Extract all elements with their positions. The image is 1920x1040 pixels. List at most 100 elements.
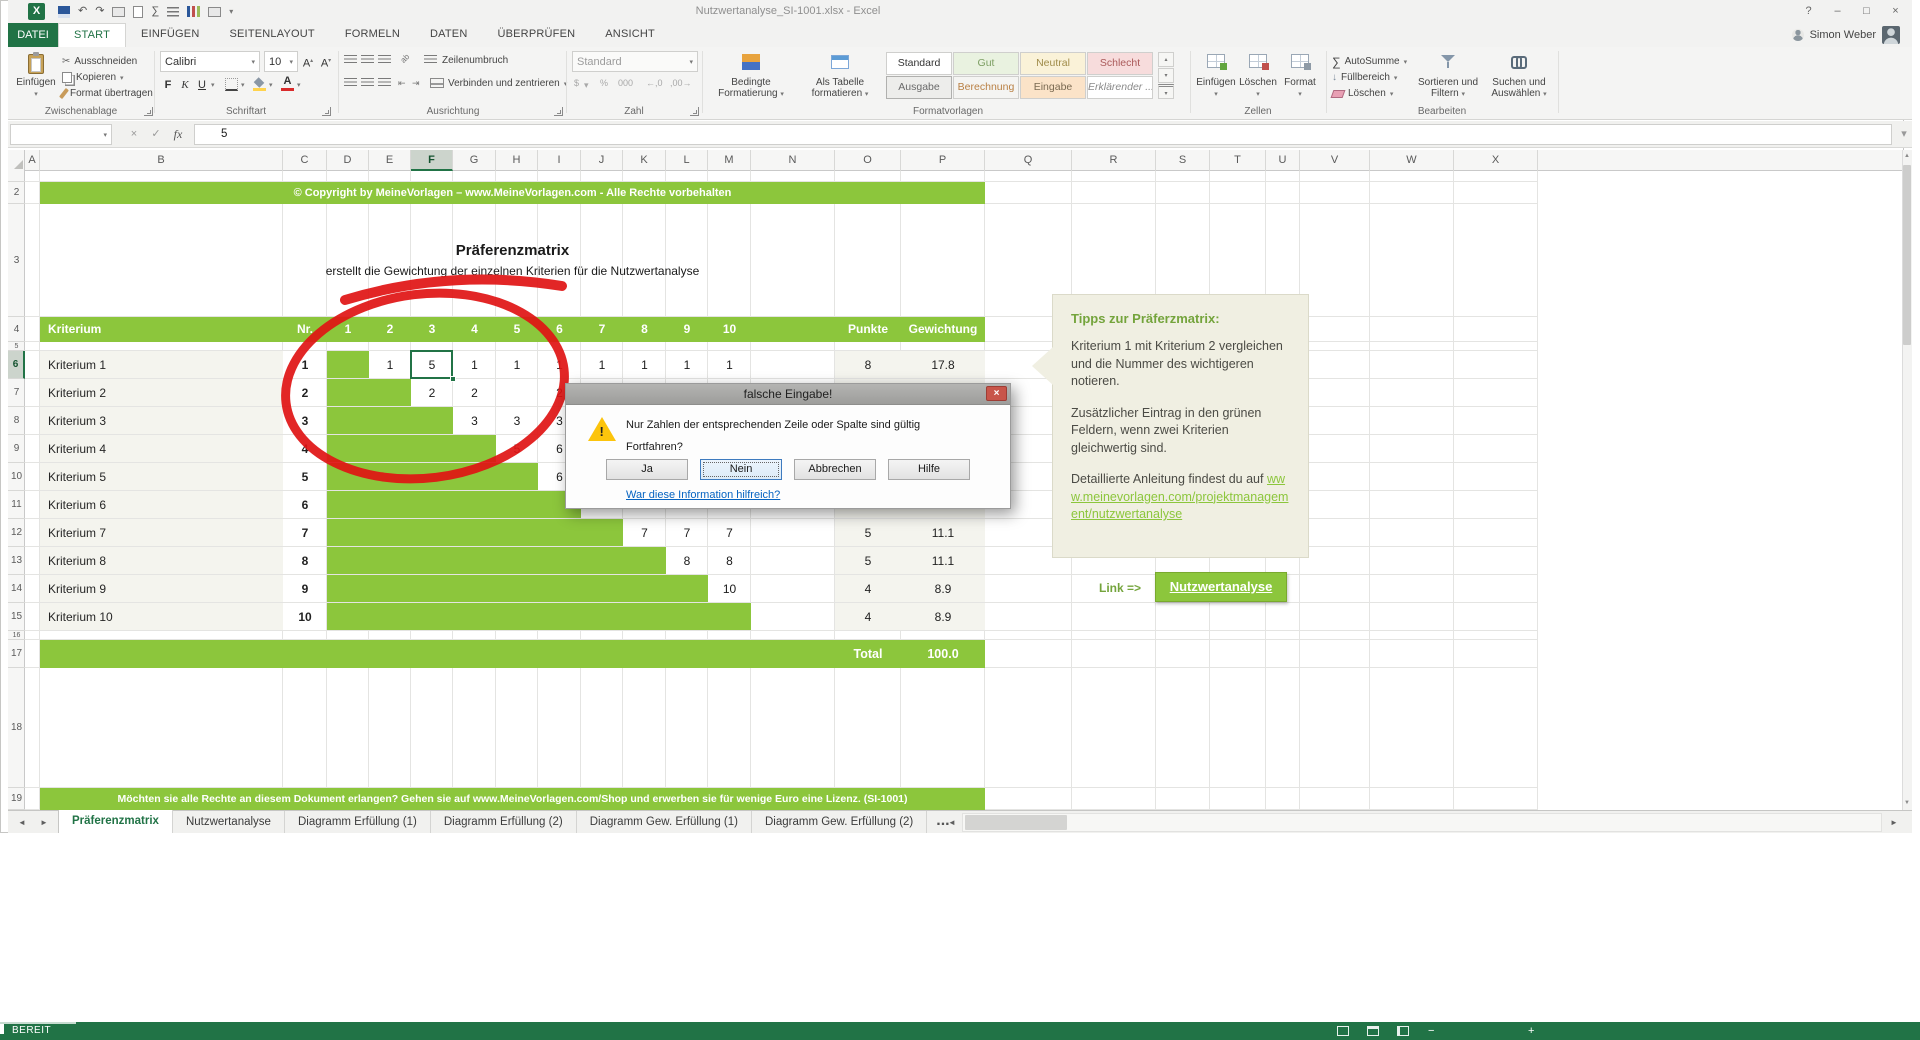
row-header-9[interactable]: 9 (8, 435, 25, 463)
cell-G8[interactable]: 3 (453, 407, 496, 435)
cell-M14[interactable]: 10 (708, 575, 751, 603)
column-header-W[interactable]: W (1370, 150, 1454, 171)
column-header-I[interactable]: I (538, 150, 581, 171)
cell-L13[interactable]: 8 (666, 547, 708, 575)
gewichtung-12[interactable]: 11.1 (901, 519, 985, 547)
row-header-18[interactable]: 18 (8, 668, 25, 788)
green-bar-14[interactable] (327, 575, 708, 602)
page-break-view-icon[interactable] (1397, 1026, 1409, 1036)
criterion-nr-10[interactable]: 5 (283, 463, 327, 491)
cell-H6[interactable]: 1 (496, 351, 538, 379)
row-header-4[interactable]: 4 (8, 317, 25, 342)
criterion-nr-8[interactable]: 3 (283, 407, 327, 435)
column-header-O[interactable]: O (835, 150, 901, 171)
gewichtung-13[interactable]: 11.1 (901, 547, 985, 575)
cell-L6[interactable]: 1 (666, 351, 708, 379)
row-header-8[interactable]: 8 (8, 407, 25, 435)
criterion-nr-14[interactable]: 9 (283, 575, 327, 603)
cell-F7[interactable]: 2 (411, 379, 453, 407)
column-header-Q[interactable]: Q (985, 150, 1072, 171)
column-header-P[interactable]: P (901, 150, 985, 171)
nein-button[interactable]: Nein (700, 459, 782, 480)
punkte-14[interactable]: 4 (835, 575, 901, 603)
green-bar-7[interactable] (327, 379, 411, 406)
sheet-tab-diagramm-gew-erfüllung-2-[interactable]: Diagramm Gew. Erfüllung (2) (752, 811, 928, 833)
row-header-13[interactable]: 13 (8, 547, 25, 575)
row-header-14[interactable]: 14 (8, 575, 25, 603)
cell-L12[interactable]: 7 (666, 519, 708, 547)
zoom-out-icon[interactable]: − (1428, 1022, 1434, 1040)
punkte-6[interactable]: 8 (835, 351, 901, 379)
criterion-nr-12[interactable]: 7 (283, 519, 327, 547)
zoom-slider-thumb[interactable] (0, 1024, 4, 1034)
hscroll-right-icon[interactable]: ► (1884, 811, 1904, 834)
cell-M6[interactable]: 1 (708, 351, 751, 379)
cell-K6[interactable]: 1 (623, 351, 666, 379)
punkte-12[interactable]: 5 (835, 519, 901, 547)
column-header-M[interactable]: M (708, 150, 751, 171)
vertical-scroll-thumb[interactable] (1903, 165, 1911, 345)
zoom-in-icon[interactable]: + (1528, 1022, 1534, 1040)
column-header-K[interactable]: K (623, 150, 666, 171)
row-header-16[interactable]: 16 (8, 631, 25, 640)
green-bar-15[interactable] (327, 603, 751, 630)
row-header-1[interactable] (8, 171, 25, 182)
row-header-17[interactable]: 17 (8, 640, 25, 668)
green-bar-12[interactable] (327, 519, 623, 546)
gewichtung-15[interactable]: 8.9 (901, 603, 985, 631)
column-header-N[interactable]: N (751, 150, 835, 171)
green-bar-10[interactable] (327, 463, 538, 490)
hilfe-button[interactable]: Hilfe (888, 459, 970, 480)
dialog-help-link[interactable]: War diese Information hilfreich? (626, 489, 780, 501)
sheet-tab-nutzwertanalyse[interactable]: Nutzwertanalyse (173, 811, 285, 833)
column-header-F[interactable]: F (411, 150, 453, 171)
green-bar-11[interactable] (327, 491, 581, 518)
row-header-15[interactable]: 15 (8, 603, 25, 631)
column-header-J[interactable]: J (581, 150, 623, 171)
criterion-nr-13[interactable]: 8 (283, 547, 327, 575)
cell-M13[interactable]: 8 (708, 547, 751, 575)
row-header-7[interactable]: 7 (8, 379, 25, 407)
sheet-tab-präferenzmatrix[interactable]: Präferenzmatrix (58, 810, 173, 833)
row-header-10[interactable]: 10 (8, 463, 25, 491)
column-header-U[interactable]: U (1266, 150, 1300, 171)
dialog-title-bar[interactable]: falsche Eingabe! × (566, 384, 1010, 405)
cell-H8[interactable]: 3 (496, 407, 538, 435)
sheet-tab-diagramm-erfüllung-2-[interactable]: Diagramm Erfüllung (2) (431, 811, 577, 833)
scroll-down-icon[interactable]: ▼ (1902, 797, 1912, 810)
cell-G6[interactable]: 1 (453, 351, 496, 379)
active-cell-border[interactable] (410, 350, 453, 379)
dialog-close-icon[interactable]: × (986, 386, 1007, 401)
cell-H9[interactable]: 5 (496, 435, 538, 463)
sheet-nav-left-icon[interactable]: ◄ (12, 811, 32, 834)
green-bar-13[interactable] (327, 547, 666, 574)
ja-button[interactable]: Ja (606, 459, 688, 480)
criterion-nr-6[interactable]: 1 (283, 351, 327, 379)
cell-J6[interactable]: 1 (581, 351, 623, 379)
column-header-X[interactable]: X (1454, 150, 1538, 171)
column-header-V[interactable]: V (1300, 150, 1370, 171)
cell-K12[interactable]: 7 (623, 519, 666, 547)
column-header-G[interactable]: G (453, 150, 496, 171)
green-bar-9[interactable] (327, 435, 496, 462)
row-header-6[interactable]: 6 (8, 351, 25, 379)
page-layout-view-icon[interactable] (1367, 1026, 1379, 1036)
cell-M12[interactable]: 7 (708, 519, 751, 547)
row-header-5[interactable]: 5 (8, 342, 25, 351)
column-header-D[interactable]: D (327, 150, 369, 171)
criterion-nr-11[interactable]: 6 (283, 491, 327, 519)
cell-I6[interactable]: 1 (538, 351, 581, 379)
sheet-tab-diagramm-gew-erfüllung-1-[interactable]: Diagramm Gew. Erfüllung (1) (577, 811, 752, 833)
abbrechen-button[interactable]: Abbrechen (794, 459, 876, 480)
column-header-E[interactable]: E (369, 150, 411, 171)
select-all-corner[interactable] (8, 150, 25, 171)
horizontal-scrollbar[interactable] (962, 813, 1882, 832)
gewichtung-14[interactable]: 8.9 (901, 575, 985, 603)
nutzwertanalyse-button[interactable]: Nutzwertanalyse (1155, 572, 1287, 602)
green-bar-8[interactable] (327, 407, 453, 434)
row-header-3[interactable]: 3 (8, 204, 25, 317)
criterion-nr-7[interactable]: 2 (283, 379, 327, 407)
horizontal-scroll-thumb[interactable] (965, 815, 1067, 830)
column-header-S[interactable]: S (1156, 150, 1210, 171)
row-header-19[interactable]: 19 (8, 788, 25, 810)
